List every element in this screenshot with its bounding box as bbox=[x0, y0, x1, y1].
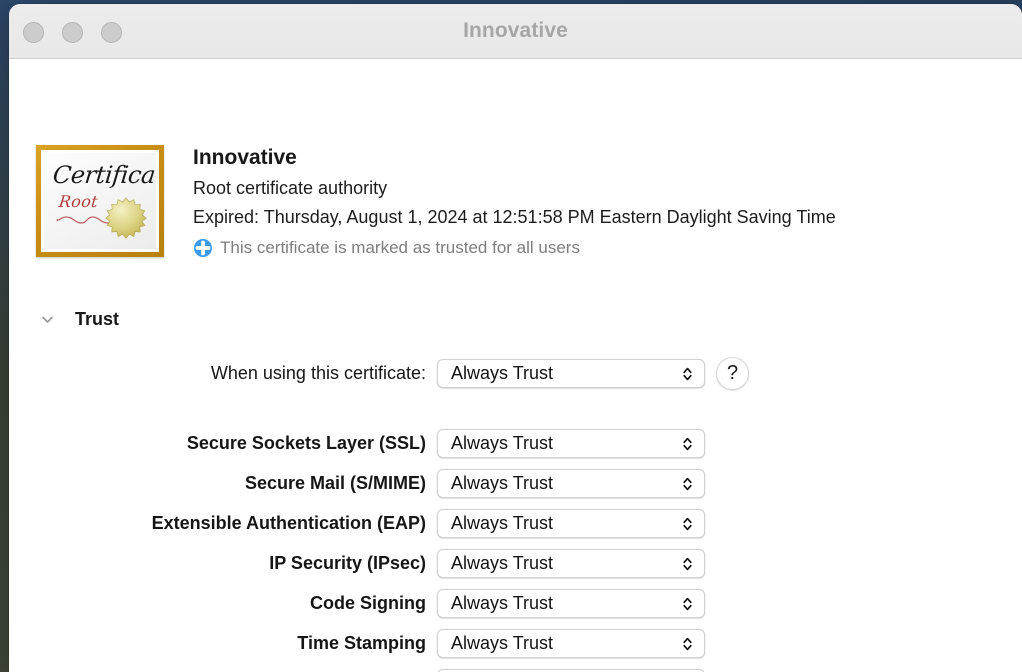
chevron-updown-icon bbox=[683, 637, 692, 650]
chevron-updown-icon bbox=[683, 517, 692, 530]
certificate-icon-root-word: Root bbox=[58, 192, 99, 211]
help-button[interactable]: ? bbox=[716, 357, 749, 390]
certificate-trust-note: This certificate is marked as trusted fo… bbox=[193, 236, 993, 260]
trust-row-value: Always Trust bbox=[451, 593, 554, 613]
trust-row-value: Always Trust bbox=[451, 473, 554, 493]
trust-primary-label: When using this certificate: bbox=[210, 363, 426, 383]
trust-row-value: Always Trust bbox=[451, 513, 554, 533]
trust-row-select[interactable]: Always Trust bbox=[437, 469, 705, 498]
certificate-icon-inner: Certificate Root bbox=[44, 153, 156, 249]
window-content: Certificate Root Innovative Root certifi… bbox=[9, 59, 1022, 672]
desktop-edge-strip bbox=[0, 0, 9, 672]
trust-row-select[interactable]: Always Trust bbox=[437, 629, 705, 658]
trust-row-value: Always Trust bbox=[451, 433, 554, 453]
trust-row-select[interactable]: Always Trust bbox=[437, 509, 705, 538]
trust-row-label: Secure Sockets Layer (SSL) bbox=[186, 433, 426, 453]
trust-row-select[interactable]: Always Trust bbox=[437, 589, 705, 618]
trust-row: Extensible Authentication (EAP) Always Tr… bbox=[9, 509, 1022, 538]
window-title: Innovative bbox=[463, 19, 568, 42]
certificate-expiry: Expired: Thursday, August 1, 2024 at 12:… bbox=[193, 207, 836, 227]
trust-primary-value: Always Trust bbox=[451, 363, 554, 383]
chevron-updown-icon bbox=[683, 597, 692, 610]
trust-row: Secure Sockets Layer (SSL) Always Trust bbox=[9, 429, 1022, 458]
trust-primary-row: When using this certificate: Always Trus… bbox=[9, 357, 1022, 390]
trust-section-title: Trust bbox=[75, 309, 120, 329]
trust-row-label: Time Stamping bbox=[297, 633, 426, 653]
trust-row-label: Secure Mail (S/MIME) bbox=[244, 473, 426, 493]
trust-row-value: Always Trust bbox=[451, 633, 554, 653]
trust-row-select[interactable]: Always Trust bbox=[437, 429, 705, 458]
trust-row-value: Always Trust bbox=[451, 553, 554, 573]
trust-row: Code Signing Always Trust bbox=[9, 589, 1022, 618]
trust-row: IP Security (IPsec) Always Trust bbox=[9, 549, 1022, 578]
chevron-updown-icon bbox=[683, 437, 692, 450]
certificate-kind: Root certificate authority bbox=[193, 178, 388, 198]
window-titlebar[interactable]: Innovative bbox=[9, 4, 1022, 59]
chevron-down-icon[interactable] bbox=[39, 311, 56, 328]
trust-row-label: Extensible Authentication (EAP) bbox=[151, 513, 426, 533]
trust-row-label: IP Security (IPsec) bbox=[269, 553, 426, 573]
chevron-updown-icon bbox=[683, 367, 692, 380]
trust-row: Time Stamping Always Trust bbox=[9, 629, 1022, 658]
trust-section-header[interactable]: Trust bbox=[39, 309, 119, 330]
certificate-seal-icon bbox=[105, 197, 147, 239]
certificate-icon-word: Certificate bbox=[51, 161, 156, 189]
trust-row: Secure Mail (S/MIME) Always Trust bbox=[9, 469, 1022, 498]
trust-row-select[interactable]: Always Trust bbox=[437, 549, 705, 578]
chevron-updown-icon bbox=[683, 477, 692, 490]
certificate-name: Innovative bbox=[193, 146, 297, 169]
plus-circle-icon bbox=[194, 239, 212, 257]
certificate-icon: Certificate Root bbox=[36, 145, 164, 257]
certificate-details: Innovative Root certificate authority Ex… bbox=[193, 143, 993, 260]
certificate-trust-note-text: This certificate is marked as trusted fo… bbox=[220, 238, 580, 257]
trust-row-label: Code Signing bbox=[310, 593, 426, 613]
trust-primary-select[interactable]: Always Trust bbox=[437, 359, 705, 388]
certificate-window: Innovative Certificate Root Innovative R… bbox=[9, 4, 1022, 672]
chevron-updown-icon bbox=[683, 557, 692, 570]
